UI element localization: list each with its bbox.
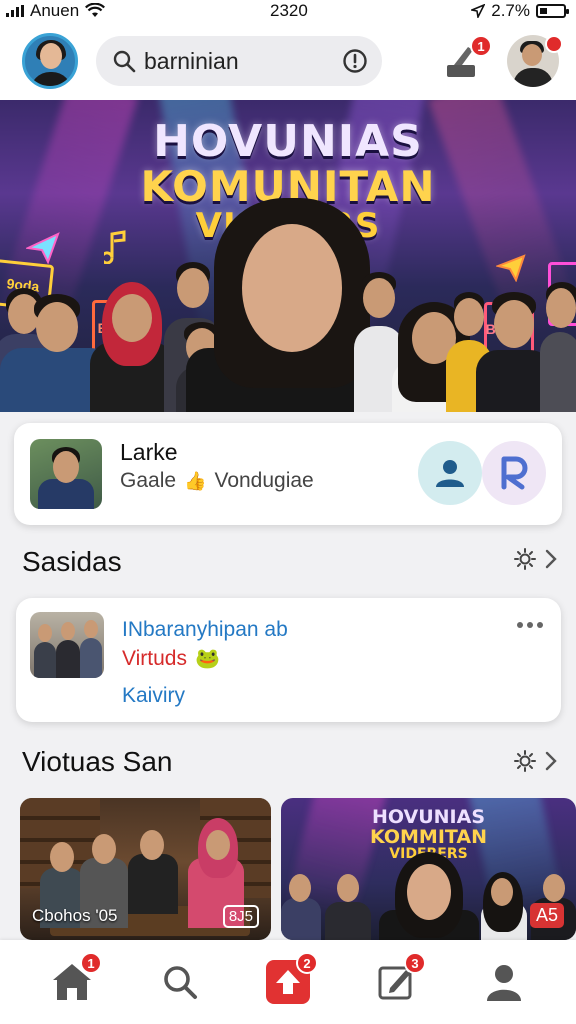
nav-badge: 3 [404, 952, 426, 974]
nav-badge: 2 [296, 952, 318, 974]
profile-avatar[interactable] [507, 35, 563, 87]
follow-button[interactable] [418, 441, 482, 505]
nav-badge: 1 [80, 952, 102, 974]
settings-sun-icon[interactable] [514, 548, 536, 570]
carrier-label: Anuen [30, 1, 80, 20]
info-icon[interactable] [342, 48, 368, 74]
thumbs-up-icon: 👍 [184, 470, 207, 491]
video-tile[interactable]: Cbohos '05 8J5 [20, 798, 271, 940]
profile-status-dot [545, 35, 563, 53]
hero-title-line: HOVUNIAS [153, 116, 423, 167]
status-bar: Anuen 2320 2.7% [0, 0, 576, 22]
nav-search[interactable] [152, 954, 208, 1010]
featured-user-card[interactable]: Larke Gaale 👍 Vondugiae [14, 423, 562, 525]
chevron-right-icon[interactable] [544, 548, 558, 570]
video-tile[interactable]: HOVUNIAS KOMMITAN VIDERERS A5 [281, 798, 576, 940]
section-title: Viotuas San [22, 746, 173, 777]
profile-icon [487, 965, 521, 1001]
section-title: Sasidas [22, 546, 122, 577]
video-tile-chip: 8J5 [222, 905, 259, 928]
section-actions [514, 750, 558, 772]
video-tile-chip: A5 [529, 903, 564, 928]
featured-user-photo [30, 439, 102, 509]
activity-line-1[interactable]: INbaranyhipan ab [122, 618, 288, 642]
user-icon [436, 460, 464, 487]
activity-photo [30, 612, 104, 678]
activity-line-2-text: Virtuds [122, 646, 187, 670]
featured-subtitle-left: Gaale [120, 469, 177, 492]
chevron-right-icon[interactable] [544, 750, 558, 772]
hero-crowd-image [0, 198, 576, 412]
clock: 2320 [270, 1, 308, 20]
battery-icon [536, 4, 569, 18]
search-input[interactable] [144, 47, 334, 75]
user-avatar[interactable] [22, 33, 78, 89]
activity-card[interactable]: INbaranyhipan ab Virtuds 🐸 Kaiviry [16, 598, 561, 722]
nav-upload[interactable]: 2 [260, 952, 318, 1010]
top-bar: 1 [0, 22, 576, 100]
featured-subtitle-right: Vondugiae [214, 469, 314, 492]
activity-line-3[interactable]: Kaiviry [122, 684, 185, 708]
battery-fill [540, 8, 547, 14]
nav-compose[interactable]: 3 [368, 952, 426, 1010]
status-left: Anuen [6, 1, 106, 21]
signal-icon [6, 5, 24, 17]
notifications-button[interactable]: 1 [442, 35, 492, 83]
frog-emoji-icon: 🐸 [194, 648, 220, 670]
nav-profile[interactable] [476, 954, 532, 1010]
featured-user-name: Larke [120, 439, 178, 465]
video-tile-caption: Cbohos '05 [32, 906, 118, 925]
nav-home[interactable]: 1 [44, 952, 102, 1010]
r-badge-button[interactable] [482, 441, 546, 505]
featured-user-subtitle: Gaale 👍 Vondugiae [120, 469, 314, 493]
section-actions [514, 548, 558, 570]
battery-percent: 2.7% [491, 1, 530, 20]
more-options-icon[interactable] [517, 622, 543, 628]
search-icon [113, 50, 136, 73]
r-logo-icon [501, 456, 528, 490]
settings-sun-icon[interactable] [514, 750, 536, 772]
location-arrow-icon [471, 4, 486, 18]
search-icon [164, 966, 197, 999]
wifi-icon [85, 3, 106, 17]
upload-arrow-icon [276, 970, 300, 994]
hero-banner[interactable]: 9oda Eaal Buhvie HOVUNIAS KOMUNITAN VICE… [0, 100, 576, 412]
activity-line-2: Virtuds 🐸 [122, 646, 220, 671]
search-bar[interactable] [96, 36, 382, 86]
status-right: 2.7% [471, 1, 569, 21]
bottom-nav: 1 2 3 [0, 940, 576, 1024]
notifications-badge: 1 [470, 35, 492, 57]
